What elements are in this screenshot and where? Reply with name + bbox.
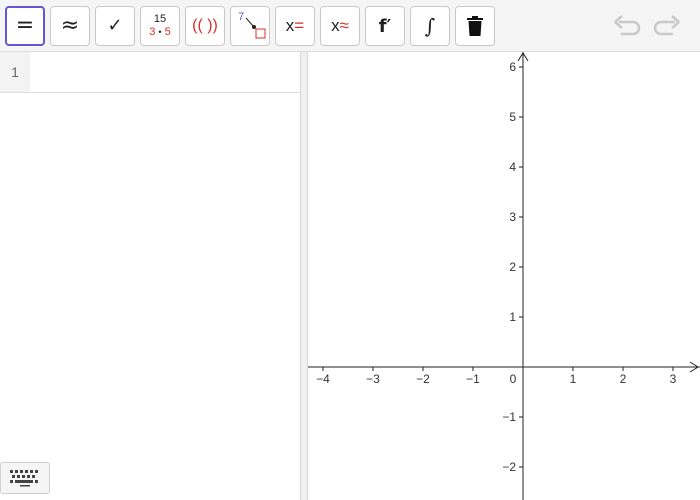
approx-icon: ≈ xyxy=(60,13,80,38)
trash-icon xyxy=(467,16,483,36)
derivative-icon: f′ xyxy=(378,15,392,37)
undo-icon xyxy=(614,15,641,36)
x-tick-label: 3 xyxy=(670,372,677,386)
integral-button[interactable]: ∫ xyxy=(410,6,450,46)
undo-button[interactable] xyxy=(612,12,644,40)
algebra-row: 1 xyxy=(0,52,300,93)
derivative-button[interactable]: f′ xyxy=(365,6,405,46)
equals-icon: = xyxy=(15,13,35,38)
row-number: 1 xyxy=(0,52,30,92)
substitute-icon: 7 xyxy=(233,9,267,43)
factor-bottom-label: 3 • 5 xyxy=(149,26,171,38)
toolbar: = ≈ ✓ 15 3 • 5 (( )) 7 x= x≈ f′ ∫ xyxy=(0,0,700,52)
x-tick-label: −3 xyxy=(366,372,380,386)
y-tick-label: 3 xyxy=(509,210,516,224)
y-tick-label: −2 xyxy=(502,460,516,474)
x-tick-label: −2 xyxy=(416,372,430,386)
delete-button[interactable] xyxy=(455,6,495,46)
y-tick-label: 6 xyxy=(509,60,516,74)
panel-divider[interactable] xyxy=(300,52,308,500)
check-button[interactable]: ✓ xyxy=(95,6,135,46)
keyboard-icon xyxy=(10,470,38,487)
exact-button[interactable]: = xyxy=(5,6,45,46)
factor-top-label: 15 xyxy=(153,13,167,25)
solve-button[interactable]: x= xyxy=(275,6,315,46)
expand-icon: (( )) xyxy=(192,17,218,34)
y-tick-label: 5 xyxy=(509,110,516,124)
coordinate-plane: −4 −3 −2 −1 0 1 2 3 6 5 4 3 2 1 −1 −2 xyxy=(308,52,700,500)
y-tick-label: 1 xyxy=(509,310,516,324)
x-tick-label: −4 xyxy=(316,372,330,386)
redo-button[interactable] xyxy=(650,12,682,40)
numeric-button[interactable]: ≈ xyxy=(50,6,90,46)
algebra-input[interactable] xyxy=(30,52,300,92)
check-icon: ✓ xyxy=(107,15,123,36)
graphics-view[interactable]: −4 −3 −2 −1 0 1 2 3 6 5 4 3 2 1 −1 −2 xyxy=(308,52,700,500)
solve-icon: x= xyxy=(285,16,305,35)
x-tick-label: −1 xyxy=(466,372,480,386)
redo-icon xyxy=(653,15,680,36)
expand-button[interactable]: (( )) xyxy=(185,6,225,46)
y-tick-label: 2 xyxy=(509,260,516,274)
nsolve-icon: x≈ xyxy=(331,16,349,35)
y-tick-label: 4 xyxy=(509,160,516,174)
substitute-button[interactable]: 7 xyxy=(230,6,270,46)
integral-icon: ∫ xyxy=(424,14,436,38)
keyboard-button[interactable] xyxy=(0,462,50,494)
x-tick-label: 0 xyxy=(510,372,517,386)
algebra-panel: 1 xyxy=(0,52,300,500)
factor-button[interactable]: 15 3 • 5 xyxy=(140,6,180,46)
x-tick-label: 1 xyxy=(570,372,577,386)
y-tick-label: −1 xyxy=(502,410,516,424)
nsolve-button[interactable]: x≈ xyxy=(320,6,360,46)
x-tick-label: 2 xyxy=(620,372,627,386)
